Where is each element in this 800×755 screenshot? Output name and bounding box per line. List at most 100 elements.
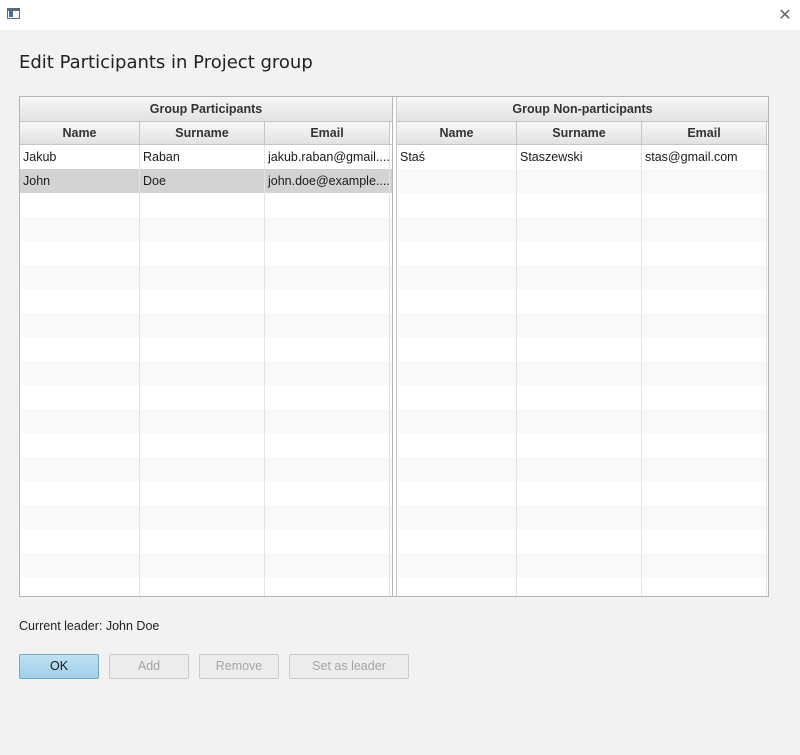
cell-email: john.doe@example.... <box>265 169 390 193</box>
cell-email <box>265 553 390 577</box>
cell-name <box>20 361 140 385</box>
cell-name: Staś <box>397 145 517 169</box>
cell-surname <box>140 457 265 481</box>
empty-table-row <box>397 193 768 217</box>
cell-surname <box>517 481 642 505</box>
empty-table-row <box>397 313 768 337</box>
cell-surname <box>517 385 642 409</box>
empty-table-row <box>20 457 392 481</box>
group-non-participants-header: Group Non-participants <box>397 97 768 122</box>
cell-surname <box>140 289 265 313</box>
column-header-email[interactable]: Email <box>642 122 767 144</box>
empty-table-row <box>397 217 768 241</box>
cell-name <box>397 265 517 289</box>
cell-surname <box>517 289 642 313</box>
cell-surname <box>140 217 265 241</box>
cell-surname <box>517 361 642 385</box>
close-icon[interactable]: ✕ <box>770 0 800 30</box>
cell-surname <box>517 553 642 577</box>
column-header-name[interactable]: Name <box>397 122 517 144</box>
empty-table-row <box>20 409 392 433</box>
empty-table-row <box>397 385 768 409</box>
empty-table-row <box>20 529 392 553</box>
cell-email <box>265 505 390 529</box>
cell-name <box>397 481 517 505</box>
cell-name <box>397 409 517 433</box>
participants-tables: Group Participants Name Surname Email Ja… <box>19 96 769 597</box>
cell-email <box>642 481 767 505</box>
set-as-leader-button[interactable]: Set as leader <box>289 654 409 679</box>
cell-name <box>397 361 517 385</box>
table-row[interactable]: John Doe john.doe@example.... <box>20 169 392 193</box>
cell-surname <box>517 217 642 241</box>
empty-table-row <box>397 481 768 505</box>
cell-name <box>397 433 517 457</box>
cell-surname <box>140 193 265 217</box>
cell-email <box>642 289 767 313</box>
cell-email <box>265 385 390 409</box>
cell-email <box>265 337 390 361</box>
ok-button[interactable]: OK <box>19 654 99 679</box>
empty-table-row <box>20 481 392 505</box>
dialog-title: Edit Participants in Project group <box>19 52 313 73</box>
empty-table-row <box>397 169 768 193</box>
empty-table-row <box>20 217 392 241</box>
cell-surname <box>517 169 642 193</box>
empty-table-row <box>397 433 768 457</box>
cell-email <box>642 385 767 409</box>
cell-email <box>642 265 767 289</box>
cell-surname <box>140 577 265 596</box>
cell-surname <box>140 385 265 409</box>
empty-table-row <box>397 289 768 313</box>
empty-table-row <box>20 265 392 289</box>
cell-email <box>265 193 390 217</box>
cell-surname <box>517 433 642 457</box>
cell-name <box>397 193 517 217</box>
cell-name <box>20 313 140 337</box>
empty-table-row <box>397 529 768 553</box>
cell-name <box>397 289 517 313</box>
column-header-email[interactable]: Email <box>265 122 390 144</box>
empty-table-row <box>397 241 768 265</box>
cell-email <box>265 313 390 337</box>
column-header-surname[interactable]: Surname <box>140 122 265 144</box>
cell-name: Jakub <box>20 145 140 169</box>
cell-name <box>20 337 140 361</box>
group-participants-table[interactable]: Group Participants Name Surname Email Ja… <box>20 97 393 596</box>
cell-name <box>20 457 140 481</box>
cell-name <box>20 241 140 265</box>
cell-email <box>642 505 767 529</box>
empty-table-row <box>20 505 392 529</box>
empty-table-row <box>20 433 392 457</box>
cell-surname <box>517 265 642 289</box>
column-header-name[interactable]: Name <box>20 122 140 144</box>
cell-surname <box>140 481 265 505</box>
cell-email <box>642 577 767 596</box>
cell-surname <box>517 193 642 217</box>
remove-button[interactable]: Remove <box>199 654 279 679</box>
cell-email <box>642 361 767 385</box>
cell-name <box>397 241 517 265</box>
cell-surname <box>517 577 642 596</box>
cell-email <box>642 529 767 553</box>
cell-email <box>265 265 390 289</box>
cell-email <box>642 193 767 217</box>
cell-name <box>20 409 140 433</box>
cell-surname <box>517 505 642 529</box>
group-non-participants-table[interactable]: Group Non-participants Name Surname Emai… <box>396 97 768 596</box>
cell-name <box>20 577 140 596</box>
cell-email <box>642 217 767 241</box>
add-button[interactable]: Add <box>109 654 189 679</box>
cell-email <box>265 457 390 481</box>
column-header-surname[interactable]: Surname <box>517 122 642 144</box>
cell-email <box>642 553 767 577</box>
non-participants-rows: Staś Staszewski stas@gmail.com <box>397 145 768 596</box>
cell-email <box>642 169 767 193</box>
cell-email <box>642 313 767 337</box>
table-row[interactable]: Jakub Raban jakub.raban@gmail.... <box>20 145 392 169</box>
table-row[interactable]: Staś Staszewski stas@gmail.com <box>397 145 768 169</box>
cell-name <box>397 337 517 361</box>
cell-surname <box>517 313 642 337</box>
cell-name <box>20 217 140 241</box>
cell-surname <box>140 409 265 433</box>
